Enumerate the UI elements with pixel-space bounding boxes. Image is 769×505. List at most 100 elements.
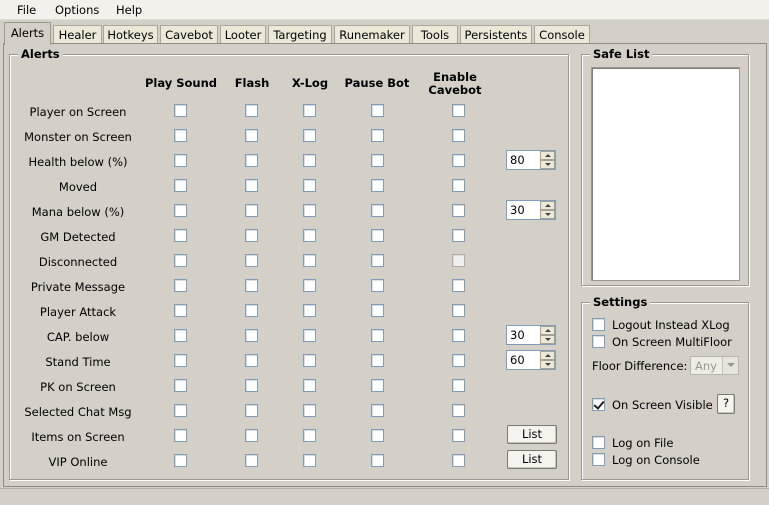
health-below-enable-cavebot-checkbox[interactable] <box>452 154 465 167</box>
logout-instead-xlog-checkbox[interactable] <box>592 318 605 331</box>
cap-below-xlog-checkbox[interactable] <box>303 329 316 342</box>
menu-file[interactable]: File <box>17 3 36 17</box>
tab-tools[interactable]: Tools <box>412 25 458 44</box>
selected-chat-msg-pause-bot-checkbox[interactable] <box>371 404 384 417</box>
moved-play-sound-checkbox[interactable] <box>174 179 187 192</box>
pk-on-screen-enable-cavebot-checkbox[interactable] <box>452 379 465 392</box>
tab-looter[interactable]: Looter <box>220 25 266 44</box>
tab-console[interactable]: Console <box>534 25 590 44</box>
log-on-file-checkbox[interactable] <box>592 436 605 449</box>
selected-chat-msg-enable-cavebot-checkbox[interactable] <box>452 404 465 417</box>
player-on-screen-play-sound-checkbox[interactable] <box>174 104 187 117</box>
player-attack-enable-cavebot-checkbox[interactable] <box>452 304 465 317</box>
mana-below-spinner[interactable]: 30 <box>506 200 556 220</box>
health-below-flash-checkbox[interactable] <box>245 154 258 167</box>
health-below-play-sound-checkbox[interactable] <box>174 154 187 167</box>
chevron-down-icon[interactable] <box>540 360 555 369</box>
monster-on-screen-play-sound-checkbox[interactable] <box>174 129 187 142</box>
disconnected-xlog-checkbox[interactable] <box>303 254 316 267</box>
cap-below-play-sound-checkbox[interactable] <box>174 329 187 342</box>
vip-online-flash-checkbox[interactable] <box>245 454 258 467</box>
items-on-screen-play-sound-checkbox[interactable] <box>174 429 187 442</box>
selected-chat-msg-play-sound-checkbox[interactable] <box>174 404 187 417</box>
tab-alerts[interactable]: Alerts <box>4 22 51 45</box>
pk-on-screen-flash-checkbox[interactable] <box>245 379 258 392</box>
mana-below-xlog-checkbox[interactable] <box>303 204 316 217</box>
pk-on-screen-pause-bot-checkbox[interactable] <box>371 379 384 392</box>
selected-chat-msg-flash-checkbox[interactable] <box>245 404 258 417</box>
private-message-enable-cavebot-checkbox[interactable] <box>452 279 465 292</box>
tab-cavebot[interactable]: Cavebot <box>160 25 218 44</box>
log-on-console-checkbox[interactable] <box>592 453 605 466</box>
player-on-screen-xlog-checkbox[interactable] <box>303 104 316 117</box>
chevron-up-icon[interactable] <box>540 151 555 160</box>
menu-help[interactable]: Help <box>116 3 142 17</box>
player-on-screen-flash-checkbox[interactable] <box>245 104 258 117</box>
safe-list-box[interactable] <box>591 67 740 281</box>
selected-chat-msg-xlog-checkbox[interactable] <box>303 404 316 417</box>
vip-online-xlog-checkbox[interactable] <box>303 454 316 467</box>
private-message-flash-checkbox[interactable] <box>245 279 258 292</box>
moved-flash-checkbox[interactable] <box>245 179 258 192</box>
cap-below-flash-checkbox[interactable] <box>245 329 258 342</box>
tab-hotkeys[interactable]: Hotkeys <box>103 25 158 44</box>
vip-online-list-button[interactable]: List <box>507 450 557 469</box>
on-screen-multifloor-checkbox[interactable] <box>592 335 605 348</box>
player-attack-xlog-checkbox[interactable] <box>303 304 316 317</box>
player-attack-pause-bot-checkbox[interactable] <box>371 304 384 317</box>
help-button[interactable]: ? <box>717 394 735 414</box>
chevron-up-icon[interactable] <box>540 351 555 360</box>
disconnected-pause-bot-checkbox[interactable] <box>371 254 384 267</box>
stand-time-xlog-checkbox[interactable] <box>303 354 316 367</box>
gm-detected-flash-checkbox[interactable] <box>245 229 258 242</box>
moved-xlog-checkbox[interactable] <box>303 179 316 192</box>
cap-below-spinner[interactable]: 30 <box>506 325 556 345</box>
pk-on-screen-play-sound-checkbox[interactable] <box>174 379 187 392</box>
pk-on-screen-xlog-checkbox[interactable] <box>303 379 316 392</box>
disconnected-play-sound-checkbox[interactable] <box>174 254 187 267</box>
player-attack-play-sound-checkbox[interactable] <box>174 304 187 317</box>
mana-below-enable-cavebot-checkbox[interactable] <box>452 204 465 217</box>
chevron-down-icon[interactable] <box>540 335 555 344</box>
disconnected-enable-cavebot-checkbox[interactable] <box>452 254 465 267</box>
tab-targeting[interactable]: Targeting <box>268 25 332 44</box>
monster-on-screen-xlog-checkbox[interactable] <box>303 129 316 142</box>
gm-detected-pause-bot-checkbox[interactable] <box>371 229 384 242</box>
stand-time-enable-cavebot-checkbox[interactable] <box>452 354 465 367</box>
gm-detected-enable-cavebot-checkbox[interactable] <box>452 229 465 242</box>
moved-enable-cavebot-checkbox[interactable] <box>452 179 465 192</box>
disconnected-flash-checkbox[interactable] <box>245 254 258 267</box>
stand-time-pause-bot-checkbox[interactable] <box>371 354 384 367</box>
chevron-down-icon[interactable] <box>540 160 555 169</box>
health-below-xlog-checkbox[interactable] <box>303 154 316 167</box>
mana-below-play-sound-checkbox[interactable] <box>174 204 187 217</box>
player-attack-flash-checkbox[interactable] <box>245 304 258 317</box>
gm-detected-xlog-checkbox[interactable] <box>303 229 316 242</box>
gm-detected-play-sound-checkbox[interactable] <box>174 229 187 242</box>
vip-online-enable-cavebot-checkbox[interactable] <box>452 454 465 467</box>
private-message-pause-bot-checkbox[interactable] <box>371 279 384 292</box>
tab-healer[interactable]: Healer <box>53 25 102 44</box>
stand-time-flash-checkbox[interactable] <box>245 354 258 367</box>
monster-on-screen-enable-cavebot-checkbox[interactable] <box>452 129 465 142</box>
health-below-spinner[interactable]: 80 <box>506 150 556 170</box>
tab-runemaker[interactable]: Runemaker <box>334 25 410 44</box>
items-on-screen-pause-bot-checkbox[interactable] <box>371 429 384 442</box>
moved-pause-bot-checkbox[interactable] <box>371 179 384 192</box>
vip-online-play-sound-checkbox[interactable] <box>174 454 187 467</box>
vip-online-pause-bot-checkbox[interactable] <box>371 454 384 467</box>
monster-on-screen-pause-bot-checkbox[interactable] <box>371 129 384 142</box>
items-on-screen-flash-checkbox[interactable] <box>245 429 258 442</box>
player-on-screen-pause-bot-checkbox[interactable] <box>371 104 384 117</box>
stand-time-spinner[interactable]: 60 <box>506 350 556 370</box>
items-on-screen-enable-cavebot-checkbox[interactable] <box>452 429 465 442</box>
chevron-down-icon[interactable] <box>540 210 555 219</box>
items-on-screen-xlog-checkbox[interactable] <box>303 429 316 442</box>
private-message-xlog-checkbox[interactable] <box>303 279 316 292</box>
player-on-screen-enable-cavebot-checkbox[interactable] <box>452 104 465 117</box>
cap-below-pause-bot-checkbox[interactable] <box>371 329 384 342</box>
private-message-play-sound-checkbox[interactable] <box>174 279 187 292</box>
health-below-pause-bot-checkbox[interactable] <box>371 154 384 167</box>
items-on-screen-list-button[interactable]: List <box>507 425 557 444</box>
on-screen-visible-checkbox[interactable] <box>592 398 605 411</box>
